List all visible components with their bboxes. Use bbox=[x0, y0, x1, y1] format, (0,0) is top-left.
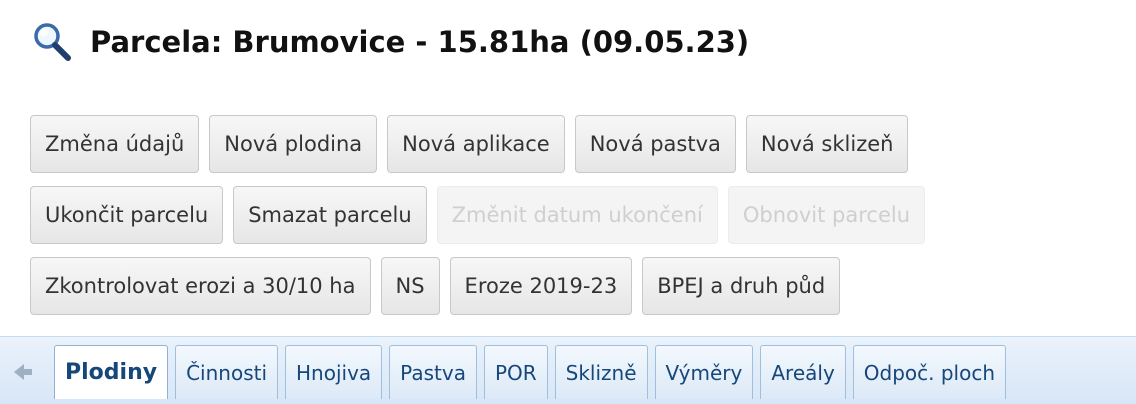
edit-data-button[interactable]: Změna údajů bbox=[30, 115, 200, 173]
new-crop-button[interactable]: Nová plodina bbox=[209, 115, 378, 173]
restore-parcel-button: Obnovit parcelu bbox=[727, 186, 926, 244]
tab-arealy[interactable]: Areály bbox=[760, 345, 846, 399]
tab-hnojiva[interactable]: Hnojiva bbox=[285, 345, 383, 399]
new-application-button[interactable]: Nová aplikace bbox=[387, 115, 565, 173]
new-harvest-button[interactable]: Nová sklizeň bbox=[745, 115, 909, 173]
change-end-date-button: Změnit datum ukončení bbox=[436, 186, 718, 244]
tab-cinnosti[interactable]: Činnosti bbox=[175, 345, 279, 399]
button-row-3: Zkontrolovat erozi a 30/10 ha NS Eroze 2… bbox=[30, 257, 841, 315]
tab-list: Plodiny Činnosti Hnojiva Pastva POR Skli… bbox=[54, 345, 1007, 399]
button-row-1: Změna údajů Nová plodina Nová aplikace N… bbox=[30, 115, 909, 173]
tab-scroll-left-button[interactable] bbox=[6, 355, 40, 389]
tab-vymery[interactable]: Výměry bbox=[654, 345, 754, 399]
arrow-left-icon bbox=[14, 364, 32, 380]
new-pasture-button[interactable]: Nová pastva bbox=[574, 115, 736, 173]
page-header: Parcela: Brumovice - 15.81ha (09.05.23) bbox=[30, 12, 749, 72]
tab-pastva[interactable]: Pastva bbox=[389, 345, 477, 399]
button-row-2: Ukončit parcelu Smazat parcelu Změnit da… bbox=[30, 186, 926, 244]
delete-parcel-button[interactable]: Smazat parcelu bbox=[233, 186, 427, 244]
magnifier-icon bbox=[34, 23, 71, 61]
bpej-soil-type-button[interactable]: BPEJ a druh půd bbox=[642, 257, 841, 315]
ns-button[interactable]: NS bbox=[380, 257, 440, 315]
tab-strip: Plodiny Činnosti Hnojiva Pastva POR Skli… bbox=[0, 336, 1136, 404]
tab-odpoc-ploch[interactable]: Odpoč. ploch bbox=[852, 345, 1007, 399]
end-parcel-button[interactable]: Ukončit parcelu bbox=[30, 186, 224, 244]
page-title: Parcela: Brumovice - 15.81ha (09.05.23) bbox=[90, 25, 750, 59]
tab-sklizne[interactable]: Sklizně bbox=[554, 345, 648, 399]
tab-plodiny[interactable]: Plodiny bbox=[54, 345, 169, 399]
tab-por[interactable]: POR bbox=[483, 345, 548, 399]
erosion-2019-23-button[interactable]: Eroze 2019-23 bbox=[449, 257, 633, 315]
check-erosion-button[interactable]: Zkontrolovat erozi a 30/10 ha bbox=[30, 257, 371, 315]
